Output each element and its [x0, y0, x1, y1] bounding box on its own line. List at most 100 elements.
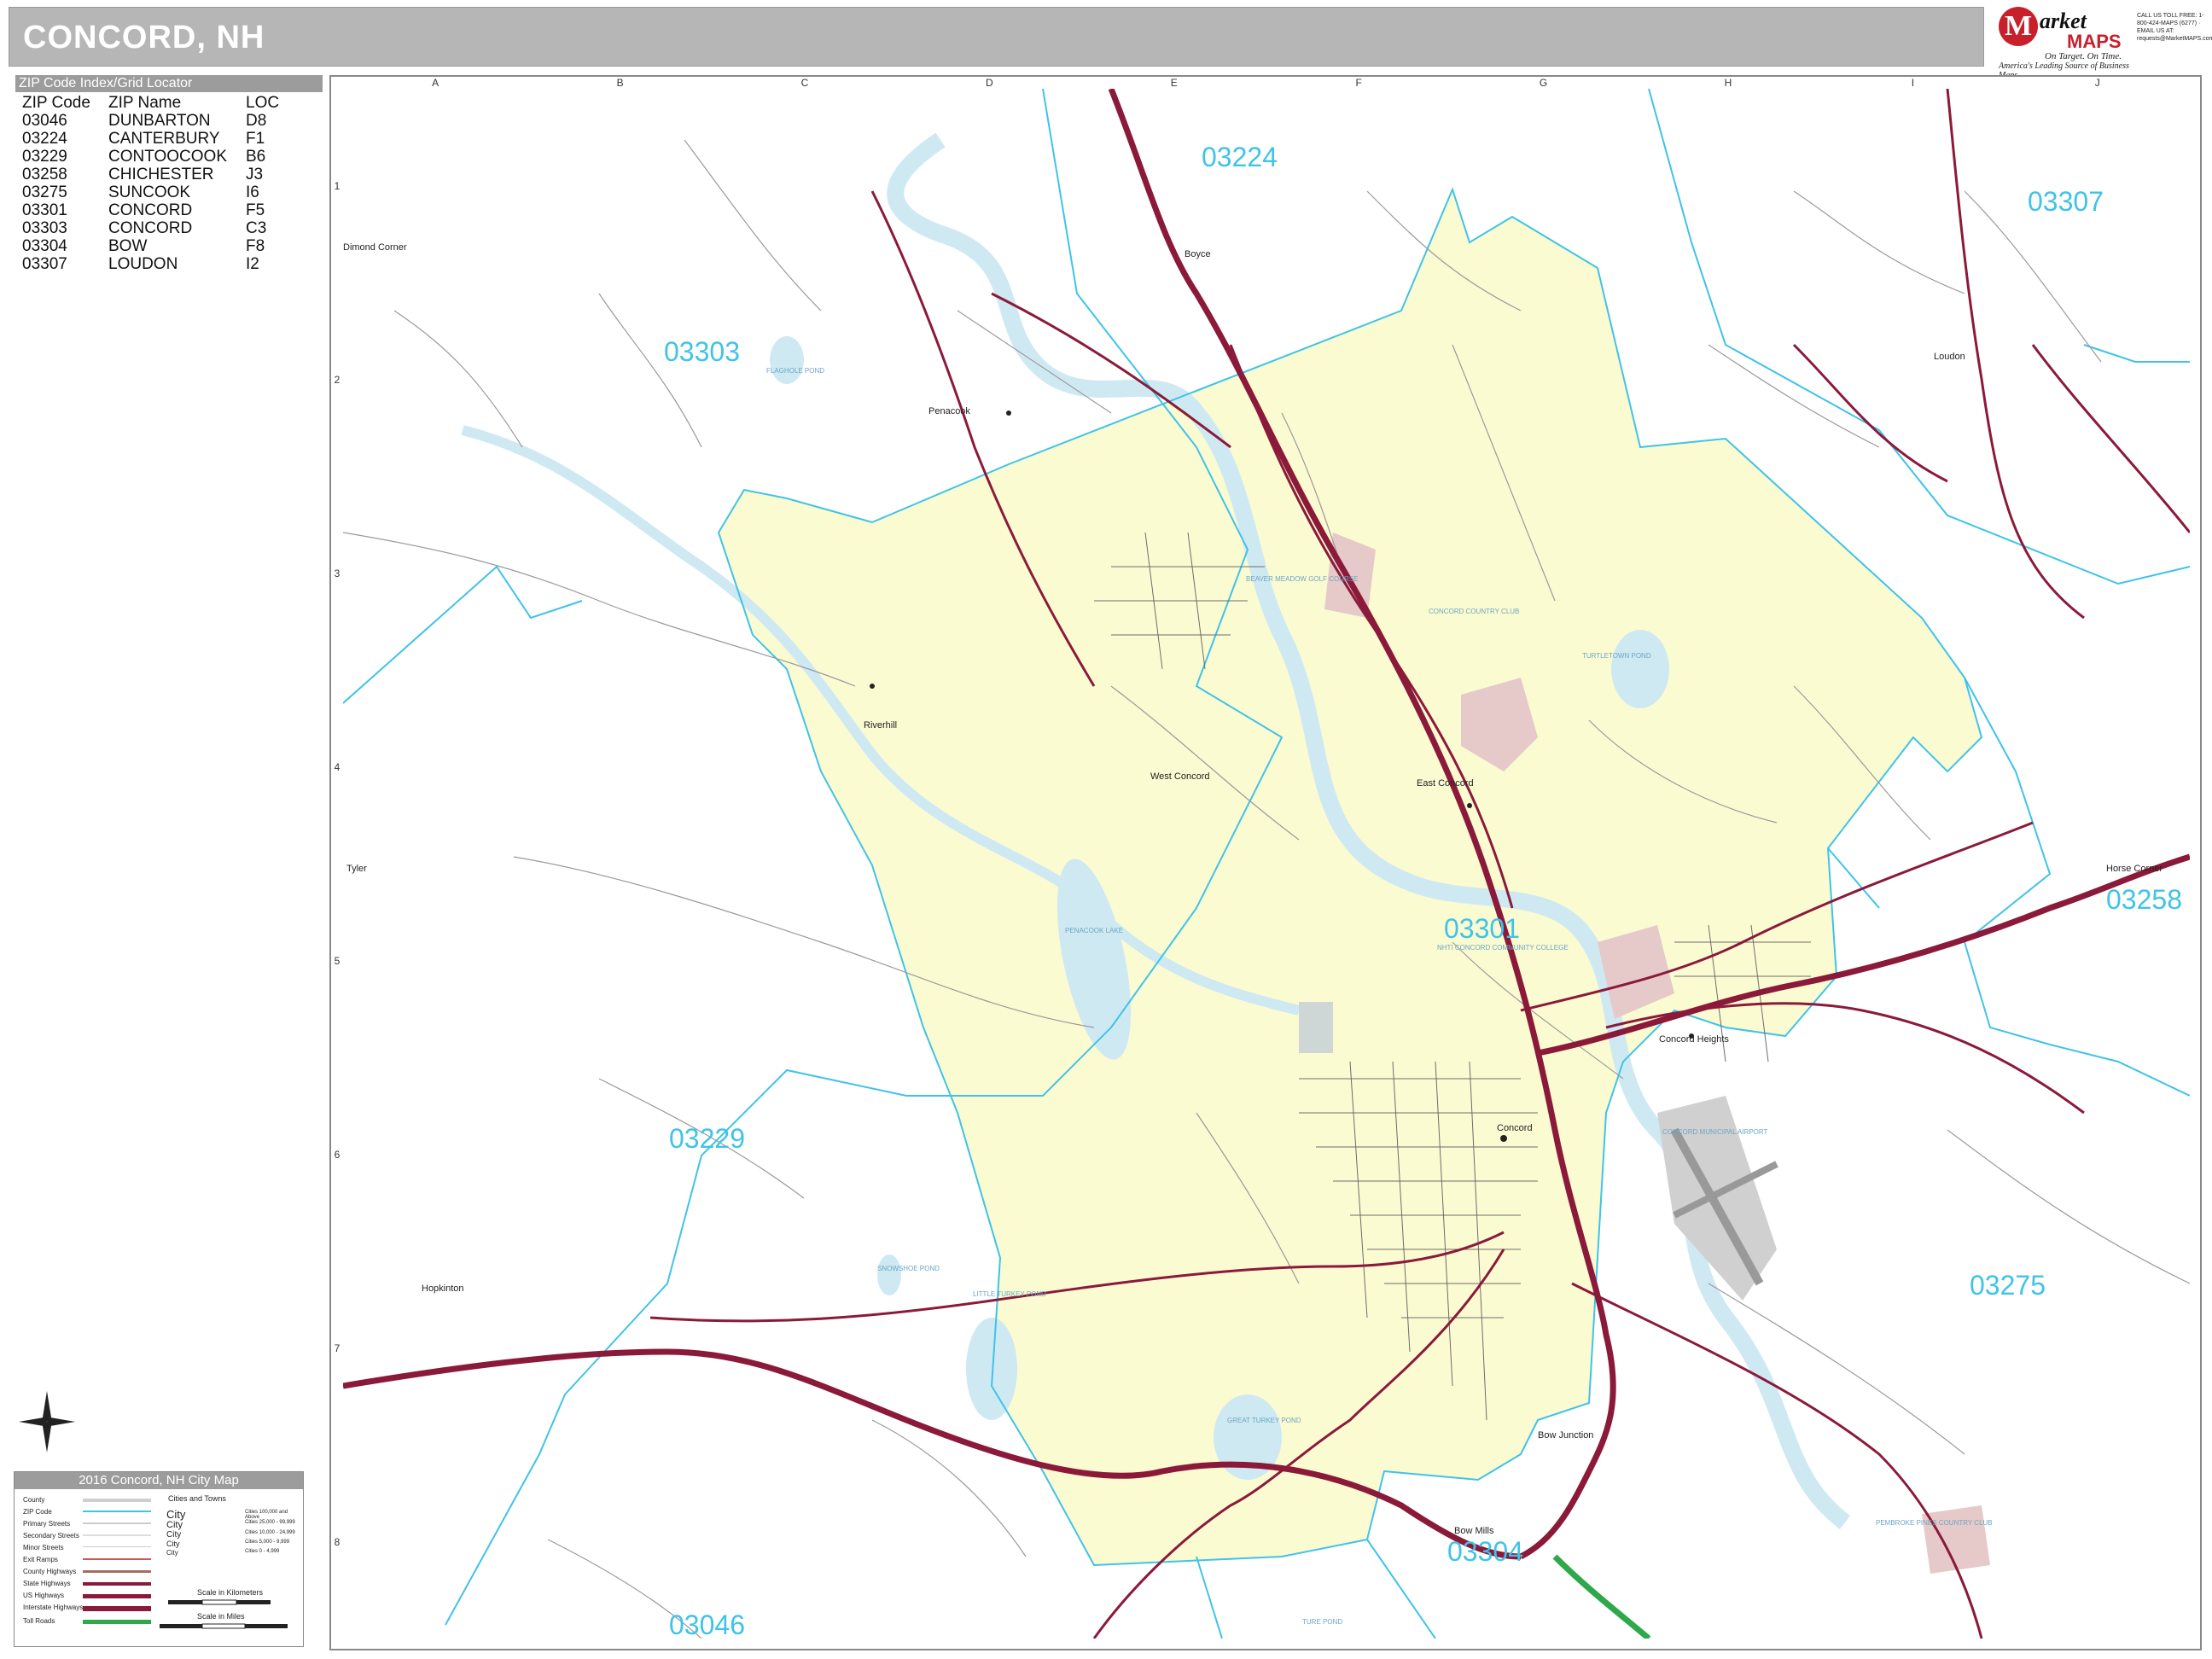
legend-label: Primary Streets	[23, 1520, 71, 1528]
zip-name-cell: CHICHESTER	[108, 166, 214, 183]
place-label: Concord Heights	[1659, 1034, 1729, 1045]
flaghole-pond	[770, 336, 804, 384]
zip-label: 03224	[1202, 142, 1278, 172]
zip-label: 03275	[1970, 1270, 2046, 1301]
place-dot	[1500, 1135, 1507, 1142]
zip-name-cell: CONTOOCOOK	[108, 148, 227, 166]
legend-swatch-primary	[83, 1522, 151, 1524]
legend-city: City	[166, 1549, 178, 1557]
zip-loc-cell: F8	[246, 237, 265, 255]
water-label: TURTLETOWN POND	[1582, 652, 1651, 660]
water-label: FLAGHOLE POND	[766, 367, 825, 375]
legend-city: City	[166, 1540, 180, 1548]
zip-index-row: 03046 DUNBARTON D8	[15, 112, 323, 130]
legend-swatch-secondary	[83, 1534, 151, 1536]
legend-label: ZIP Code	[23, 1508, 52, 1516]
zip-name-cell: BOW	[108, 237, 148, 255]
zip-name-cell: LOUDON	[108, 255, 178, 273]
legend-swatch-us-hwy	[83, 1594, 151, 1598]
col-loc: LOC	[246, 94, 280, 112]
legend-city: City	[166, 1520, 183, 1530]
water-label: LITTLE TURKEY POND	[973, 1290, 1046, 1298]
snowshoe-pond	[877, 1254, 901, 1295]
zip-code-cell: 03303	[22, 219, 67, 237]
brand-tagline: On Target. On Time.	[2045, 51, 2122, 61]
legend-swatch-minor	[83, 1546, 151, 1547]
legend-swatch-state-hwy	[83, 1582, 151, 1586]
zip-name-cell: SUNCOOK	[108, 183, 191, 201]
place-dot	[1006, 410, 1011, 416]
zip-label: 03303	[664, 336, 740, 367]
zip-label: 03304	[1447, 1536, 1523, 1567]
grid-column-label: G	[1539, 77, 1548, 89]
zip-label: 03258	[2106, 884, 2182, 915]
place-label: Concord	[1497, 1123, 1533, 1133]
legend-city: City	[166, 1530, 182, 1540]
zip-index-header: ZIP Code Index/Grid Locator	[15, 75, 323, 92]
grid-row-label: 6	[334, 1148, 341, 1161]
scale-bar-mi	[160, 1623, 288, 1629]
col-name: ZIP Name	[108, 94, 182, 112]
legend-label: Exit Ramps	[23, 1556, 58, 1563]
legend-label: County	[23, 1496, 45, 1504]
place-label: Penacook	[928, 406, 970, 416]
legend-swatch-toll	[83, 1620, 151, 1624]
zip-index-row: 03304 BOW F8	[15, 237, 323, 255]
zip-name-cell: DUNBARTON	[108, 112, 211, 130]
legend-label: Secondary Streets	[23, 1532, 79, 1540]
zip-index-row: 03303 CONCORD C3	[15, 219, 323, 237]
little-turkey-pond	[966, 1318, 1017, 1420]
grid-row-label: 3	[334, 567, 341, 579]
map-canvas[interactable]	[343, 89, 2190, 1639]
zip-label: 03046	[669, 1610, 745, 1640]
zip-index-row: 03258 CHICHESTER J3	[15, 166, 323, 183]
legend-population: Cities 25,000 - 99,999	[245, 1520, 295, 1525]
grid-column-label: C	[800, 77, 809, 89]
zip-index-row: 03275 SUNCOOK I6	[15, 183, 323, 201]
golf-course-area	[1922, 1505, 1990, 1574]
col-zip: ZIP Code	[22, 94, 90, 112]
place-label: Loudon	[1934, 352, 1965, 362]
zip-loc-cell: F5	[246, 201, 265, 219]
grid-column-label: D	[986, 77, 993, 89]
place-label: West Concord	[1150, 771, 1210, 782]
legend-population: Cities 10,000 - 24,999	[245, 1530, 295, 1535]
zip-name-cell: CONCORD	[108, 201, 193, 219]
legend-label: County Highways	[23, 1568, 77, 1575]
grid-row-label: 7	[334, 1342, 341, 1354]
zip-code-cell: 03258	[22, 166, 67, 183]
legend-population: Cities 0 - 4,999	[245, 1549, 280, 1554]
zip-loc-cell: B6	[246, 148, 266, 166]
place-label: Horse Corner	[2106, 864, 2163, 874]
zip-code-cell: 03307	[22, 255, 67, 273]
legend-population: Cities 5,000 - 9,999	[245, 1540, 290, 1545]
zip-code-cell: 03229	[22, 148, 67, 166]
zip-name-cell: CONCORD	[108, 219, 193, 237]
legend-label: Interstate Highways	[23, 1604, 84, 1611]
scale-bar-km	[168, 1599, 271, 1605]
legend-swatch-county-hwy	[83, 1570, 151, 1573]
zip-index-columns: ZIP Code ZIP Name LOC	[15, 94, 323, 112]
legend-title: 2016 Concord, NH City Map	[15, 1472, 303, 1489]
water-label: TURE POND	[1302, 1618, 1343, 1626]
grid-column-label: B	[616, 77, 624, 89]
place-dot	[1467, 803, 1472, 808]
scale-mi-label: Scale in Miles	[197, 1612, 245, 1621]
area-label: PEMBROKE PINES COUNTRY CLUB	[1876, 1519, 1993, 1527]
place-label: Dimond Corner	[343, 242, 407, 253]
water-label: GREAT TURKEY POND	[1227, 1417, 1301, 1424]
legend-label: Minor Streets	[23, 1544, 64, 1551]
zip-loc-cell: C3	[246, 219, 267, 237]
map-frame[interactable]: ABCDEFGHIJ12345678 03224 03307 03303 033…	[329, 75, 2202, 1650]
legend-label: Toll Roads	[23, 1617, 55, 1625]
zip-index-row: 03301 CONCORD F5	[15, 201, 323, 219]
place-label: Bow Mills	[1454, 1526, 1494, 1536]
area-label: CONCORD COUNTRY CLUB	[1429, 608, 1520, 615]
zip-loc-cell: J3	[246, 166, 264, 183]
zip-code-cell: 03301	[22, 201, 67, 219]
grid-column-label: J	[2094, 77, 2100, 89]
legend-swatch-ramps	[83, 1558, 151, 1560]
zip-label: 03301	[1444, 913, 1520, 944]
zip-index-row: 03307 LOUDON I2	[15, 255, 323, 273]
legend-label: State Highways	[23, 1580, 71, 1587]
